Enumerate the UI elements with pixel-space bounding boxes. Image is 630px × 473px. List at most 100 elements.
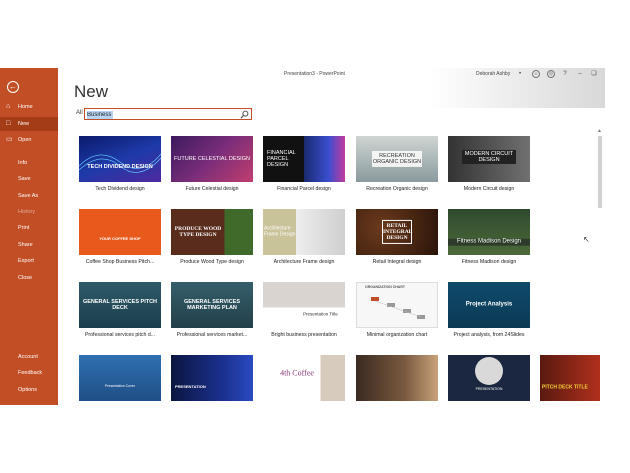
back-arrow-icon[interactable]: ← <box>7 81 19 93</box>
thumbnail-text: YOUR COFFEE SHOP <box>99 235 141 241</box>
template-tile[interactable]: PRODUCE WOOD TYPE DESIGN Produce Wood Ty… <box>171 209 253 265</box>
template-name: Recreation Organic design <box>366 186 428 192</box>
template-thumbnail[interactable]: PRODUCE WOOD TYPE DESIGN <box>171 209 253 255</box>
smiley-icon[interactable]: ☺ <box>532 70 540 78</box>
template-thumbnail[interactable]: Presentation Title <box>263 282 345 328</box>
template-name: Future Celestial design <box>185 186 239 192</box>
template-name: Professional services pitch d... <box>84 332 156 338</box>
scroll-thumb[interactable] <box>598 136 602 208</box>
sidebar-item-close[interactable]: Close <box>0 271 58 285</box>
template-tile[interactable]: RECREATION ORGANIC DESIGN Recreation Org… <box>356 136 438 192</box>
search-input[interactable] <box>87 110 237 119</box>
template-tile[interactable]: Architecture Frame Design Architecture F… <box>263 209 345 265</box>
template-thumbnail[interactable]: PITCH DECK TITLE <box>540 355 600 401</box>
template-thumbnail[interactable]: Architecture Frame Design <box>263 209 345 255</box>
template-name: Project analysis, from 24Slides <box>453 332 525 338</box>
sidebar-item-print[interactable]: Print <box>0 221 58 235</box>
sidebar-item-info[interactable]: Info <box>0 156 58 170</box>
template-tile[interactable] <box>356 355 438 401</box>
template-search-box[interactable] <box>84 108 252 120</box>
template-tile[interactable]: GENERAL SERVICES PITCH DECK Professional… <box>79 282 161 338</box>
thumbnail-text: FINANCIAL PARCEL DESIGN <box>267 149 296 169</box>
mouse-cursor-icon: ↖ <box>583 235 590 244</box>
org-chart-diagram <box>371 297 425 319</box>
thumbnail-text: Presentation Cover <box>105 384 135 389</box>
thumbnail-text: PRESENTATION <box>175 383 206 389</box>
template-tile[interactable]: FINANCIAL PARCEL DESIGN Financial Parcel… <box>263 136 345 192</box>
template-tile[interactable]: FUTURE CELESTIAL DESIGN Future Celestial… <box>171 136 253 192</box>
thumbnail-text: RETAIL INTEGRAL DESIGN <box>382 219 412 245</box>
sidebar-item-share[interactable]: Share <box>0 238 58 252</box>
thumbnail-text: Presentation Title <box>303 311 338 317</box>
template-tile[interactable]: TECH DIVIDEND DESIGN Tech Dividend desig… <box>79 136 161 192</box>
template-thumbnail[interactable]: FINANCIAL PARCEL DESIGN <box>263 136 345 182</box>
sidebar-item-history: History <box>18 209 36 215</box>
template-thumbnail[interactable]: RECREATION ORGANIC DESIGN <box>356 136 438 182</box>
sidebar-item-feedback[interactable]: Feedback <box>0 366 58 380</box>
search-icon[interactable] <box>240 110 249 119</box>
sidebar-item-export[interactable]: Export <box>0 254 58 268</box>
template-thumbnail[interactable]: MODERN CIRCUIT DESIGN <box>448 136 530 182</box>
thumbnail-text: PRODUCE WOOD TYPE DESIGN <box>174 225 222 238</box>
template-tile[interactable]: RETAIL INTEGRAL DESIGN Retail Integral d… <box>356 209 438 265</box>
template-name: Financial Parcel design <box>277 186 331 192</box>
user-name[interactable]: Deborah Ashby <box>476 71 510 77</box>
template-thumbnail[interactable]: 4th Coffee <box>263 355 345 401</box>
template-thumbnail[interactable]: Project Analysis <box>448 282 530 328</box>
template-thumbnail[interactable]: TECH DIVIDEND DESIGN <box>79 136 161 182</box>
template-tile[interactable]: Presentation Cover <box>79 355 161 401</box>
template-thumbnail[interactable]: ORGANIZATION CHART <box>356 282 438 328</box>
sidebar-item-options[interactable]: Options <box>0 383 58 397</box>
backstage-sidebar: ← ⌂ Home □ New ▭ Open Info Save Save As His… <box>0 68 58 405</box>
template-thumbnail[interactable]: GENERAL SERVICES MARKETING PLAN <box>171 282 253 328</box>
thumbnail-text: MODERN CIRCUIT DESIGN <box>462 149 516 164</box>
frown-icon[interactable]: ☹ <box>547 70 555 78</box>
template-name: Professional services market... <box>176 332 248 338</box>
sidebar-item-new[interactable]: □ New <box>0 117 58 131</box>
template-tile[interactable]: Presentation Title Bright business prese… <box>263 282 345 338</box>
avatar[interactable]: • <box>516 70 524 78</box>
thumbnail-text: PITCH DECK TITLE <box>542 384 588 391</box>
template-thumbnail[interactable]: Fitness Madison Design <box>448 209 530 255</box>
template-tile[interactable]: PRESENTATION <box>448 355 530 401</box>
sidebar-item-save-as[interactable]: Save As <box>0 189 58 203</box>
restore-icon[interactable]: ❏ <box>590 70 598 78</box>
template-thumbnail[interactable]: Presentation Cover <box>79 355 161 401</box>
sidebar-item-open[interactable]: ▭ Open <box>0 133 58 147</box>
sidebar-item-save[interactable]: Save <box>0 172 58 186</box>
search-scope-label[interactable]: All <box>76 110 83 116</box>
help-icon[interactable]: ? <box>561 70 569 78</box>
template-tile[interactable]: PRESENTATION <box>171 355 253 401</box>
template-tile[interactable]: Project Analysis Project analysis, from … <box>448 282 530 338</box>
template-tile[interactable]: GENERAL SERVICES MARKETING PLAN Professi… <box>171 282 253 338</box>
template-name: Produce Wood Type design <box>180 259 244 265</box>
sidebar-item-account[interactable]: Account <box>0 350 58 364</box>
new-doc-icon: □ <box>6 120 11 127</box>
template-name: Modern Circuit design <box>463 186 515 192</box>
thumbnail-text: PRESENTATION <box>475 386 503 391</box>
template-tile[interactable]: PITCH DECK TITLE <box>540 355 600 401</box>
template-name: Fitness Madison design <box>461 259 517 265</box>
template-tile[interactable]: ORGANIZATION CHART Minimal organization … <box>356 282 438 338</box>
thumbnail-text: RECREATION ORGANIC DESIGN <box>372 150 422 168</box>
template-thumbnail[interactable]: YOUR COFFEE SHOP <box>79 209 161 255</box>
template-tile[interactable]: MODERN CIRCUIT DESIGN Modern Circuit des… <box>448 136 530 192</box>
template-thumbnail[interactable]: PRESENTATION <box>171 355 253 401</box>
window-title: Presentation3 - PowerPoint <box>284 71 345 77</box>
minimize-icon[interactable]: – <box>576 70 584 78</box>
template-tile[interactable]: YOUR COFFEE SHOP Coffee Shop Business Pi… <box>79 209 161 265</box>
thumbnail-text: GENERAL SERVICES PITCH DECK <box>82 298 158 311</box>
template-thumbnail[interactable] <box>356 355 438 401</box>
template-thumbnail[interactable]: GENERAL SERVICES PITCH DECK <box>79 282 161 328</box>
template-thumbnail[interactable]: PRESENTATION <box>448 355 530 401</box>
template-tile[interactable]: 4th Coffee <box>263 355 345 401</box>
template-tile[interactable]: Fitness Madison Design Fitness Madison d… <box>448 209 530 265</box>
template-thumbnail[interactable]: RETAIL INTEGRAL DESIGN <box>356 209 438 255</box>
sidebar-item-home[interactable]: ⌂ Home <box>0 100 58 114</box>
title-bar: Presentation3 - PowerPoint Deborah Ashby… <box>58 68 605 80</box>
scroll-up-icon[interactable]: ▲ <box>597 128 602 134</box>
close-icon[interactable]: ✕ <box>603 70 605 78</box>
template-thumbnail[interactable]: FUTURE CELESTIAL DESIGN <box>171 136 253 182</box>
template-name: Tech Dividend design <box>95 186 145 192</box>
thumbnail-text: FUTURE CELESTIAL DESIGN <box>174 155 250 162</box>
